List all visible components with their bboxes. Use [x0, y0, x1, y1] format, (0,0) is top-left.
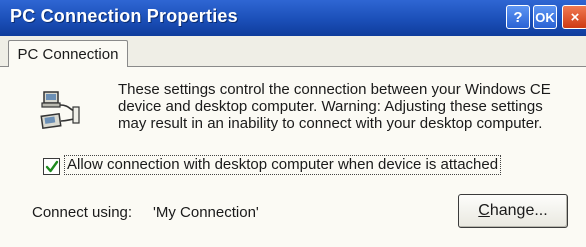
description-text: These settings control the connection be… [118, 81, 551, 132]
close-button[interactable]: × [562, 5, 586, 29]
help-button[interactable]: ? [506, 5, 530, 29]
connect-using-value: 'My Connection' [153, 204, 259, 221]
tab-gap [9, 66, 127, 67]
tab-label: PC Connection [17, 45, 119, 63]
change-button-label: Change... [478, 202, 548, 219]
change-button[interactable]: Change... [458, 194, 568, 228]
tab-pc-connection[interactable]: PC Connection [8, 40, 128, 67]
connect-using-label: Connect using: [32, 204, 133, 221]
title-bar: PC Connection Properties ? OK × [0, 0, 586, 37]
allow-connection-label[interactable]: Allow connection with desktop computer w… [64, 155, 502, 175]
ok-button[interactable]: OK [533, 5, 557, 29]
allow-connection-checkbox[interactable] [43, 158, 60, 175]
window-title: PC Connection Properties [10, 6, 238, 26]
check-mark-icon [45, 160, 59, 173]
pc-connection-icon [40, 91, 80, 130]
